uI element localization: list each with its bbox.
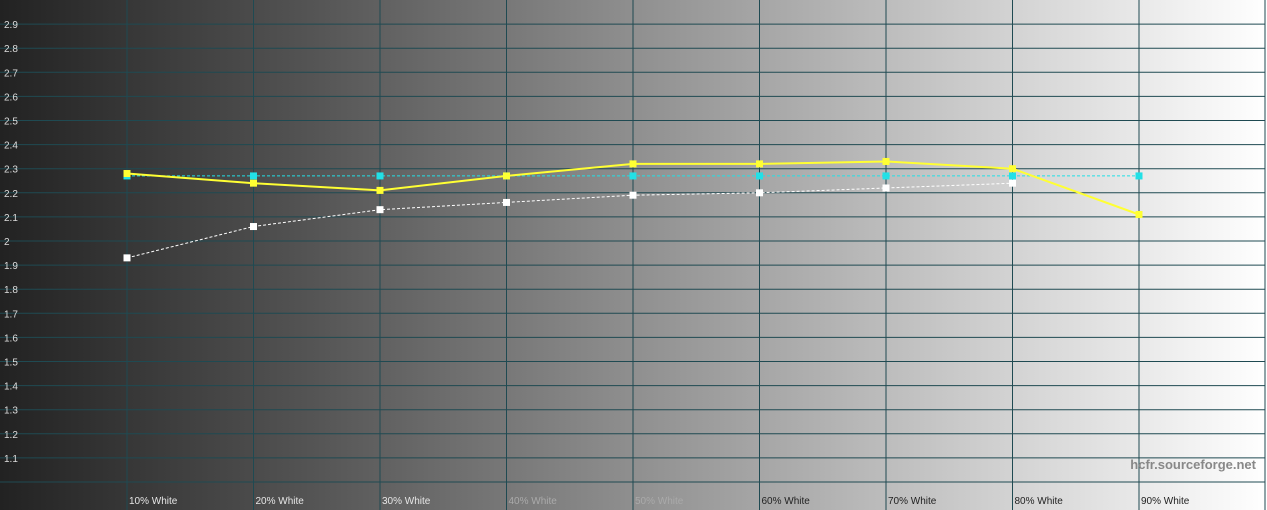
average-gamma-point: [1009, 179, 1016, 187]
target-gamma-point: [376, 172, 384, 180]
y-tick-label: 2.1: [4, 213, 18, 224]
x-tick-label: 70% White: [888, 496, 937, 507]
y-tick-label: 1.9: [4, 261, 18, 272]
y-tick-label: 1.3: [4, 406, 18, 417]
gamma-chart: 1.1 1.2 1.3 1.4 1.5 1.6 1.7 1.8 1.9 2 2.1 2.2 2.3 2.4…: [0, 0, 1267, 510]
measured-gamma-point: [1009, 165, 1016, 173]
measured-gamma-point: [756, 160, 763, 168]
measured-gamma-point: [629, 160, 637, 168]
measured-gamma-point: [503, 172, 510, 180]
y-tick-label: 2.3: [4, 165, 18, 176]
y-tick-label: 2.8: [4, 44, 18, 55]
average-gamma-point: [629, 191, 637, 199]
x-axis-ticks: 10% White 20% White 30% White 40% White 50% …: [129, 496, 1190, 507]
measured-gamma-point: [882, 157, 890, 165]
y-tick-label: 2.9: [4, 20, 18, 31]
average-gamma-point: [882, 184, 890, 192]
y-tick-label: 1.5: [4, 358, 18, 369]
target-gamma-point: [1009, 172, 1016, 180]
y-tick-label: 2.7: [4, 68, 18, 79]
x-tick-label: 30% White: [382, 496, 431, 507]
target-gamma-point: [1135, 172, 1143, 180]
x-tick-label: 50% White: [635, 496, 684, 507]
measured-gamma-point: [376, 186, 384, 194]
x-tick-label: 40% White: [509, 496, 558, 507]
x-tick-label: 20% White: [256, 496, 305, 507]
target-gamma-point: [629, 172, 637, 180]
y-tick-label: 1.2: [4, 430, 18, 441]
x-tick-label: 90% White: [1141, 496, 1190, 507]
target-gamma-point: [882, 172, 890, 180]
average-gamma-point: [503, 198, 510, 206]
measured-gamma-point: [250, 179, 257, 187]
target-gamma-point: [250, 172, 257, 180]
y-tick-label: 1.7: [4, 309, 18, 320]
average-gamma-point: [250, 223, 257, 231]
target-gamma-point: [756, 172, 763, 180]
average-gamma-point: [123, 254, 131, 262]
measured-gamma-point: [123, 170, 131, 178]
average-gamma-point: [376, 206, 384, 214]
y-tick-label: 2.2: [4, 189, 18, 200]
measured-gamma-point: [1135, 210, 1143, 218]
x-tick-label: 80% White: [1015, 496, 1064, 507]
watermark-text: hcfr.sourceforge.net: [1130, 457, 1256, 472]
y-tick-label: 1.6: [4, 333, 18, 344]
y-tick-label: 1.1: [4, 454, 18, 465]
y-tick-label: 1.8: [4, 285, 18, 296]
y-tick-label: 1.4: [4, 382, 18, 393]
y-tick-label: 2.4: [4, 141, 18, 152]
y-tick-label: 2.6: [4, 92, 18, 103]
x-tick-label: 60% White: [762, 496, 811, 507]
y-tick-label: 2.5: [4, 117, 18, 128]
y-tick-label: 2: [4, 237, 10, 248]
average-gamma-point: [756, 189, 763, 197]
x-tick-label: 10% White: [129, 496, 178, 507]
